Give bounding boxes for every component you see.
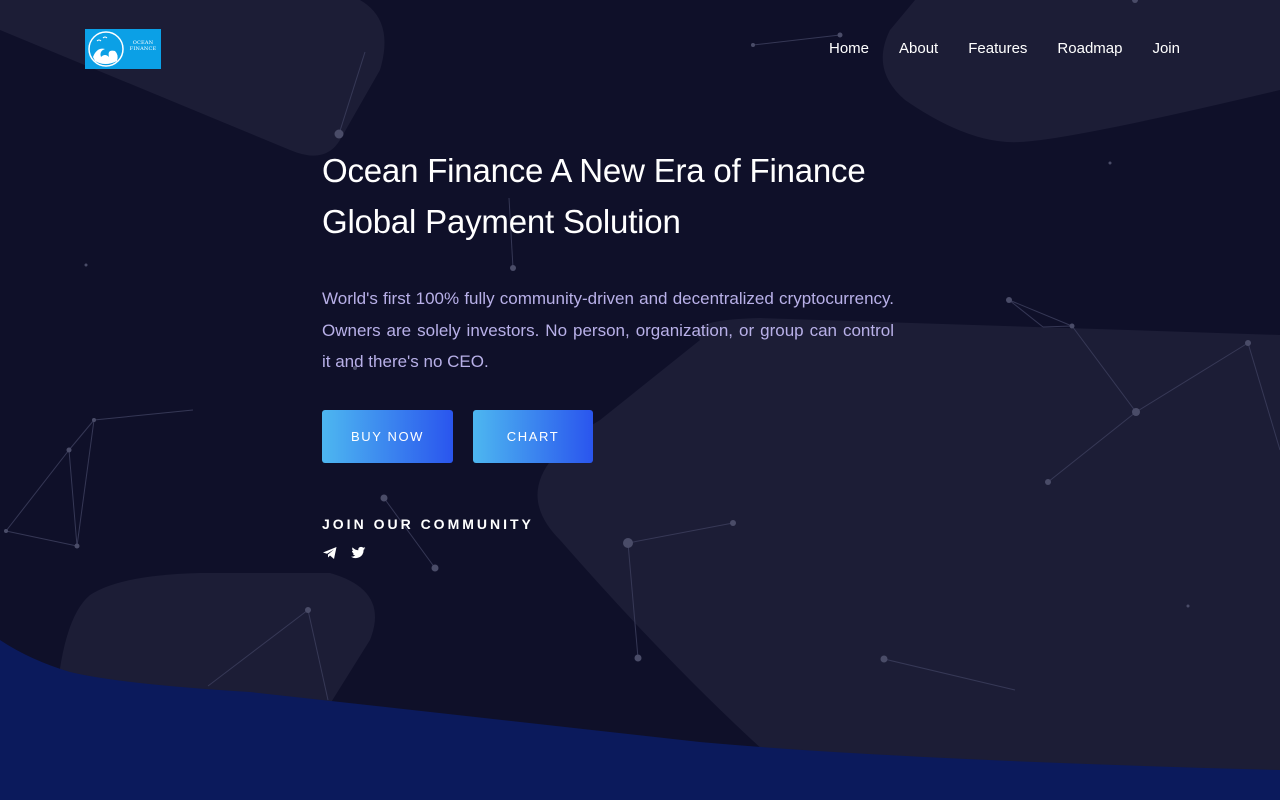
nav-home[interactable]: Home: [829, 39, 869, 59]
hero-actions: BUY NOW CHART: [322, 409, 894, 463]
background-blob-bottom-left: [55, 573, 375, 720]
hero-title: Ocean Finance A New Era of Finance Globa…: [322, 145, 894, 247]
site-header: OCEAN FINANCE Home About Features Roadma…: [0, 0, 1280, 98]
brand-logo[interactable]: OCEAN FINANCE: [85, 29, 161, 69]
logo-text: OCEAN FINANCE: [129, 40, 157, 52]
telegram-icon[interactable]: [322, 545, 338, 561]
twitter-icon[interactable]: [350, 545, 366, 561]
nav-features[interactable]: Features: [968, 39, 1027, 59]
hero-section: Ocean Finance A New Era of Finance Globa…: [322, 145, 894, 561]
nav-join[interactable]: Join: [1152, 39, 1180, 59]
main-nav: Home About Features Roadmap Join: [799, 39, 1180, 59]
hero-description: World's first 100% fully community-drive…: [322, 289, 894, 371]
social-links: [322, 545, 894, 561]
hero-title-line-1: Ocean Finance A New Era of Finance: [322, 152, 866, 189]
hero-title-line-2: Global Payment Solution: [322, 203, 681, 240]
background-wave: [0, 640, 1280, 800]
nav-about[interactable]: About: [899, 39, 938, 59]
community-heading: JOIN OUR COMMUNITY: [322, 515, 534, 532]
nav-roadmap[interactable]: Roadmap: [1057, 39, 1122, 59]
page: OCEAN FINANCE Home About Features Roadma…: [0, 0, 1280, 800]
chart-button[interactable]: CHART: [473, 409, 593, 463]
buy-now-button[interactable]: BUY NOW: [322, 409, 453, 463]
